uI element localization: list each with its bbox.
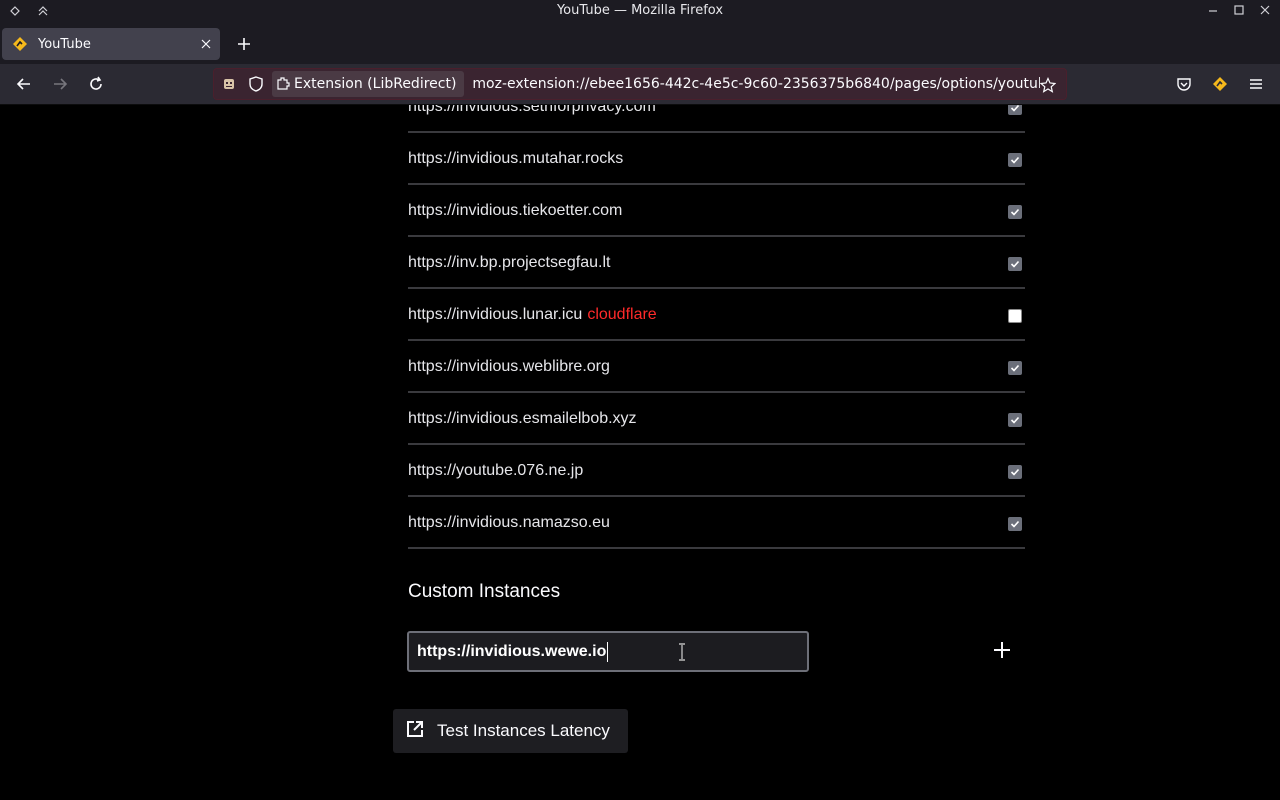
instance-url: https://inv.bp.projectsegfau.lt [408, 254, 611, 271]
instance-url: https://invidious.weblibre.org [408, 358, 610, 375]
instance-url: https://invidious.tiekoetter.com [408, 202, 623, 219]
reload-button[interactable] [84, 72, 108, 96]
reload-icon [90, 76, 102, 90]
instance-row: https://invidious.namazso.eu [408, 497, 1025, 549]
libredirect-favicon-icon [12, 36, 28, 52]
plus-icon [994, 642, 1010, 658]
forward-button[interactable] [48, 72, 72, 96]
instance-url: https://youtube.076.ne.jp [408, 462, 584, 479]
custom-instance-input[interactable]: https://invidious.wewe.io [407, 631, 809, 672]
checkmark-icon [1010, 156, 1020, 164]
libredirect-icon [1213, 77, 1227, 91]
instance-url: https://invidious.lunar.icu [408, 306, 583, 323]
new-tab-button[interactable] [232, 32, 256, 56]
checkmark-icon [1010, 520, 1020, 528]
instance-label: https://invidious.esmailelbob.xyz [408, 410, 637, 428]
app-menu-button[interactable] [1244, 72, 1268, 96]
instance-label: https://inv.bp.projectsegfau.lt [408, 254, 610, 272]
libredirect-extension-button[interactable] [1208, 72, 1232, 96]
instance-checkbox[interactable] [1008, 465, 1022, 479]
plus-icon [238, 38, 250, 50]
url-text[interactable]: moz-extension://ebee1656-442c-4e5c-9c60-… [472, 76, 1040, 92]
instance-label: https://invidious.lunar.icu cloudflare [408, 306, 657, 324]
extension-robot-icon[interactable] [217, 72, 241, 96]
url-bar[interactable]: Extension (LibRedirect) moz-extension://… [213, 68, 1067, 100]
identity-box[interactable]: Extension (LibRedirect) [272, 71, 465, 97]
checkmark-icon [1010, 468, 1020, 476]
add-instance-button[interactable] [990, 638, 1014, 662]
open-external-icon [405, 719, 425, 743]
close-tab-icon[interactable] [196, 34, 216, 54]
instance-url: https://invidious.sethforprivacy.com [408, 105, 656, 115]
custom-instance-value: https://invidious.wewe.io [417, 642, 607, 660]
test-latency-label: Test Instances Latency [437, 721, 610, 740]
instance-label: https://invidious.mutahar.rocks [408, 150, 623, 168]
back-button[interactable] [12, 72, 36, 96]
instance-row: https://invidious.mutahar.rocks [408, 133, 1025, 185]
instance-checkbox[interactable] [1008, 309, 1022, 323]
text-cursor-icon [679, 643, 685, 661]
instance-checkbox[interactable] [1008, 153, 1022, 167]
instance-checkbox[interactable] [1008, 517, 1022, 531]
forward-arrow-icon [54, 78, 68, 90]
checkmark-icon [1010, 208, 1020, 216]
tracking-protection-shield-icon[interactable] [244, 72, 268, 96]
test-latency-button[interactable]: Test Instances Latency [393, 709, 628, 753]
instance-row: https://inv.bp.projectsegfau.lt [408, 237, 1025, 289]
tab-title: YouTube [38, 36, 91, 52]
instance-row: https://invidious.sethforprivacy.com [408, 105, 1025, 133]
checkmark-icon [1010, 105, 1020, 112]
back-arrow-icon [16, 78, 30, 90]
instance-label: https://youtube.076.ne.jp [408, 462, 583, 480]
instance-label: https://invidious.namazso.eu [408, 514, 610, 532]
hamburger-menu-icon [1250, 79, 1262, 89]
puzzle-piece-icon [276, 75, 290, 94]
custom-instances-title: Custom Instances [408, 581, 561, 602]
instance-label: https://invidious.tiekoetter.com [408, 202, 622, 220]
checkmark-icon [1010, 260, 1020, 268]
tab-youtube[interactable]: YouTube [2, 28, 220, 60]
pocket-button[interactable] [1172, 72, 1196, 96]
instance-tag: cloudflare [587, 306, 657, 323]
window-title: YouTube — Mozilla Firefox [556, 3, 724, 18]
checkmark-icon [1010, 364, 1020, 372]
instance-checkbox[interactable] [1008, 205, 1022, 219]
close-window-icon[interactable] [1258, 2, 1272, 18]
maximize-icon[interactable] [1232, 2, 1246, 18]
instance-url: https://invidious.namazso.eu [408, 514, 610, 531]
instance-row: https://youtube.076.ne.jp [408, 445, 1025, 497]
instance-checkbox[interactable] [1008, 257, 1022, 271]
instance-row: https://invidious.weblibre.org [408, 341, 1025, 393]
instance-checkbox[interactable] [1008, 413, 1022, 427]
checkmark-icon [1010, 416, 1020, 424]
tab-strip: YouTube [0, 22, 1280, 64]
instance-label: https://invidious.weblibre.org [408, 358, 610, 376]
instance-url: https://invidious.mutahar.rocks [408, 150, 624, 167]
bookmark-star-icon[interactable] [1036, 73, 1060, 97]
instance-url: https://invidious.esmailelbob.xyz [408, 410, 637, 427]
navigation-toolbar: Extension (LibRedirect) moz-extension://… [0, 64, 1280, 105]
instance-row: https://invidious.esmailelbob.xyz [408, 393, 1025, 445]
instance-checkbox[interactable] [1008, 361, 1022, 375]
instance-label: https://invidious.sethforprivacy.com [408, 105, 656, 116]
instance-row: https://invidious.lunar.icu cloudflare [408, 289, 1025, 341]
instance-checkbox[interactable] [1008, 105, 1022, 115]
text-caret [607, 641, 609, 662]
pocket-icon [1177, 78, 1191, 91]
instance-row: https://invidious.tiekoetter.com [408, 185, 1025, 237]
identity-label: Extension (LibRedirect) [294, 76, 457, 92]
minimize-icon[interactable] [1206, 2, 1220, 18]
window-titlebar: YouTube — Mozilla Firefox [0, 0, 1280, 22]
options-page-content: https://invidious.sethforprivacy.com http… [0, 105, 1280, 800]
